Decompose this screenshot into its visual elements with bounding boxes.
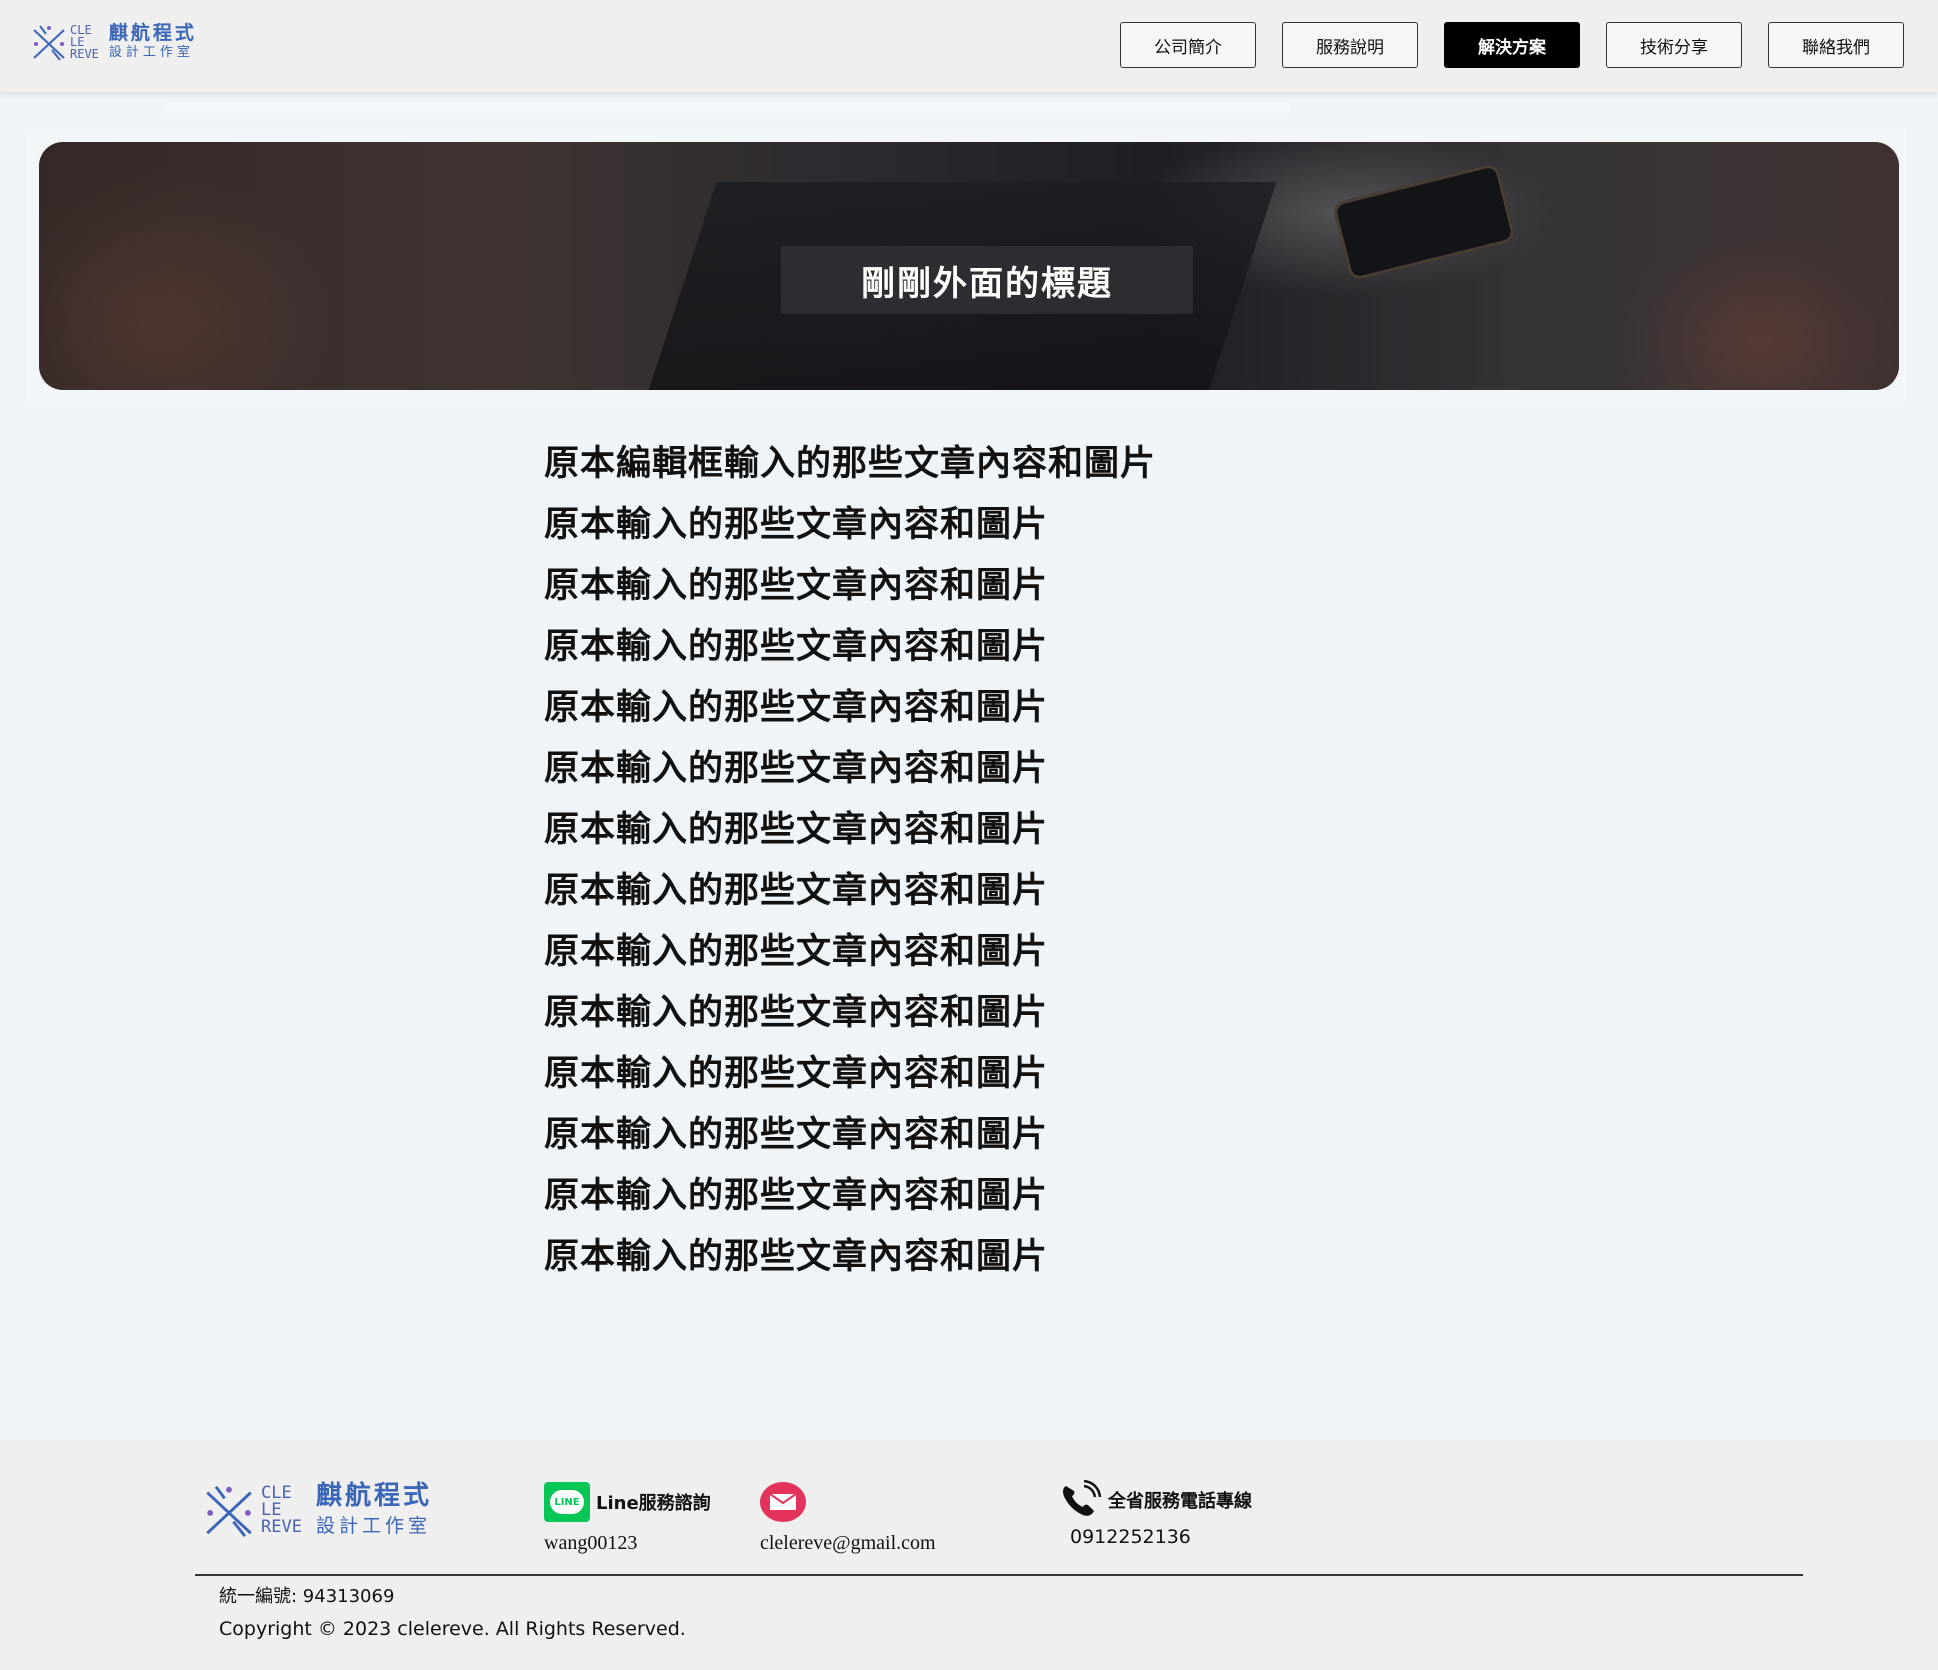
content-line: 原本輸入的那些文章內容和圖片 <box>544 566 1049 606</box>
header-shadow-strip <box>163 102 1291 114</box>
content-line: 原本輸入的那些文章內容和圖片 <box>544 810 1049 850</box>
line-label: Line服務諮詢 <box>596 1493 711 1514</box>
content-line: 原本輸入的那些文章內容和圖片 <box>544 688 1049 728</box>
line-id: wang00123 <box>544 1532 638 1554</box>
brand-name: 麒航程式 <box>108 22 197 44</box>
nav-company-intro-button[interactable]: 公司簡介 <box>1120 22 1256 68</box>
copyright-text: Copyright © 2023 clelereve. All Rights R… <box>219 1618 686 1640</box>
phone-label: 全省服務電話專線 <box>1108 1491 1252 1512</box>
logo-mark-icon <box>206 1485 252 1538</box>
line-icon-text: LINE <box>550 1490 584 1514</box>
content-line: 原本輸入的那些文章內容和圖片 <box>544 1237 1049 1277</box>
content-line: 原本輸入的那些文章內容和圖片 <box>544 871 1049 911</box>
mail-icon <box>760 1482 806 1522</box>
content-line: 原本輸入的那些文章內容和圖片 <box>544 749 1049 789</box>
content-line: 原本編輯框輸入的那些文章內容和圖片 <box>544 444 1157 484</box>
nav-services-button[interactable]: 服務說明 <box>1282 22 1418 68</box>
logo-letters: CLE LE REVE <box>70 24 99 60</box>
content-line: 原本輸入的那些文章內容和圖片 <box>544 505 1049 545</box>
main-nav: 公司簡介 服務說明 解決方案 技術分享 聯絡我們 <box>1120 22 1904 68</box>
hero-banner: 剛剛外面的標題 <box>39 142 1899 390</box>
logo-letters: CLE LE REVE <box>261 1482 302 1537</box>
content-line: 原本輸入的那些文章內容和圖片 <box>544 1115 1049 1155</box>
nav-contact-button[interactable]: 聯絡我們 <box>1768 22 1904 68</box>
line-icon: LINE <box>544 1482 590 1522</box>
logo-letter-reve: REVE <box>70 47 99 61</box>
header-logo[interactable]: CLE LE REVE 麒航程式 設計工作室 <box>32 22 197 62</box>
line-contact[interactable]: LINE Line服務諮詢 wang00123 <box>544 1482 711 1555</box>
logo-mark-icon <box>33 25 65 61</box>
banner-title: 剛剛外面的標題 <box>861 263 1113 304</box>
brand-subtitle: 設計工作室 <box>315 1515 431 1537</box>
logo-letter-cle: CLE <box>261 1482 292 1503</box>
brand-name: 麒航程式 <box>315 1481 432 1511</box>
footer-logo[interactable]: CLE LE REVE 麒航程式 設計工作室 <box>203 1480 432 1540</box>
content-line: 原本輸入的那些文章內容和圖片 <box>544 993 1049 1033</box>
content-line: 原本輸入的那些文章內容和圖片 <box>544 932 1049 972</box>
phone-icon <box>1063 1480 1102 1516</box>
email-address[interactable]: clelereve@gmail.com <box>760 1532 936 1555</box>
footer-divider <box>195 1574 1803 1576</box>
email-contact[interactable]: clelereve@gmail.com <box>760 1482 936 1555</box>
phone-contact[interactable]: 全省服務電話專線 0912252136 <box>1058 1480 1252 1548</box>
brand-subtitle: 設計工作室 <box>108 45 194 60</box>
article-content: 原本編輯框輸入的那些文章內容和圖片 原本輸入的那些文章內容和圖片 原本輸入的那些… <box>544 434 1156 1288</box>
tax-id: 統一編號: 94313069 <box>219 1586 395 1607</box>
logo-letter-reve: REVE <box>261 1516 302 1537</box>
content-line: 原本輸入的那些文章內容和圖片 <box>544 1054 1049 1094</box>
phone-number[interactable]: 0912252136 <box>1070 1526 1252 1548</box>
content-line: 原本輸入的那些文章內容和圖片 <box>544 627 1049 667</box>
nav-solutions-button[interactable]: 解決方案 <box>1444 22 1580 68</box>
banner-title-box: 剛剛外面的標題 <box>781 246 1193 314</box>
site-header: CLE LE REVE 麒航程式 設計工作室 公司簡介 服務說明 解決方案 技術… <box>0 0 1938 92</box>
logo-letter-le: LE <box>261 1499 282 1520</box>
nav-tech-share-button[interactable]: 技術分享 <box>1606 22 1742 68</box>
content-line: 原本輸入的那些文章內容和圖片 <box>544 1176 1049 1216</box>
